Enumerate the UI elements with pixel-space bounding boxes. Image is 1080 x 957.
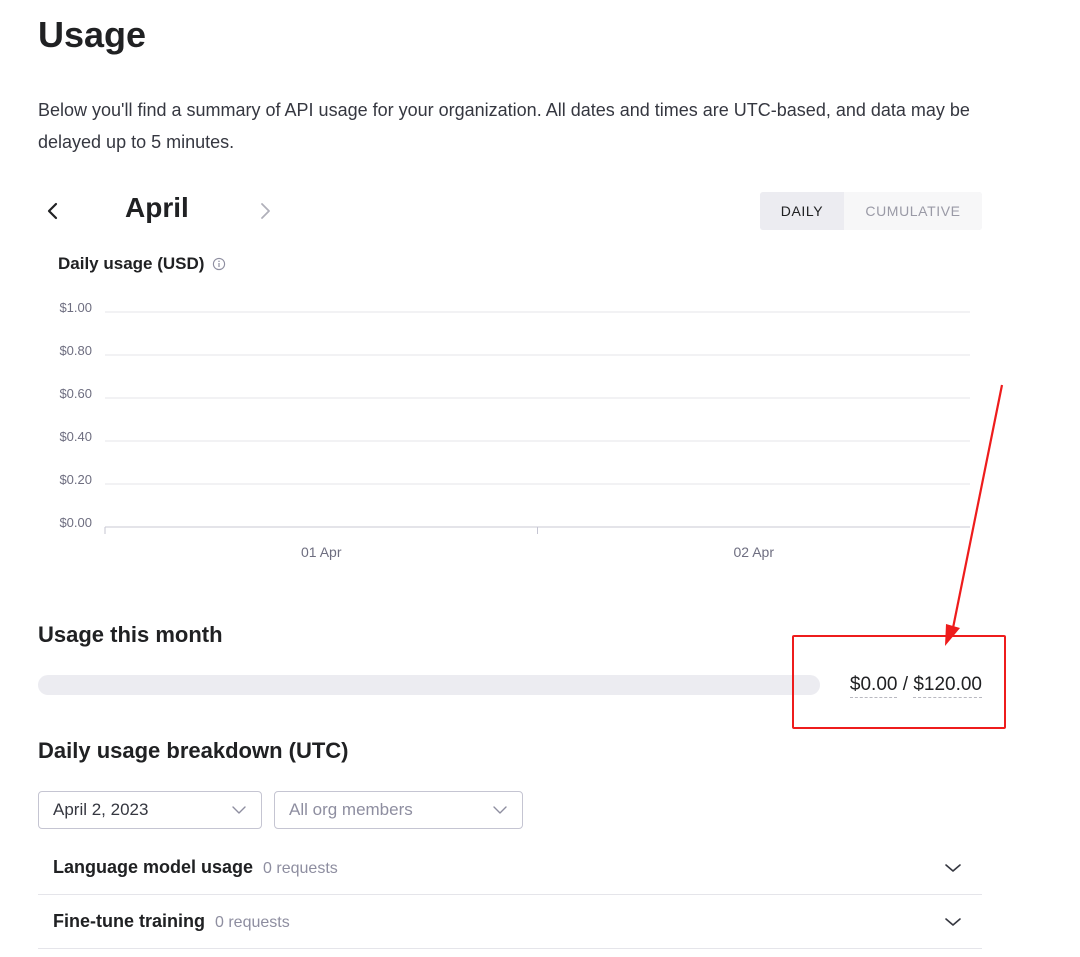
page-title: Usage bbox=[38, 14, 147, 55]
chevron-right-icon bbox=[261, 203, 270, 219]
chevron-left-icon bbox=[47, 202, 58, 220]
current-month-label: April bbox=[125, 192, 189, 223]
daily-usage-chart: $0.00 $0.20 $0.40 $0.60 $0.80 $1.00 01 Apr 02 A… bbox=[59, 300, 970, 560]
y-tick-label: $0.20 bbox=[59, 472, 92, 487]
y-tick-label: $0.60 bbox=[59, 386, 92, 401]
breakdown-title: Daily usage breakdown (UTC) bbox=[38, 738, 349, 763]
y-tick-label: $0.40 bbox=[59, 429, 92, 444]
view-toggle: DAILY CUMULATIVE bbox=[760, 192, 982, 230]
y-tick-label: $0.00 bbox=[59, 515, 92, 530]
date-select[interactable]: April 2, 2023 bbox=[38, 791, 262, 829]
member-select[interactable]: All org members bbox=[274, 791, 523, 829]
chevron-down-icon[interactable] bbox=[944, 863, 982, 873]
info-icon[interactable] bbox=[212, 257, 226, 271]
x-tick-label: 02 Apr bbox=[734, 544, 775, 560]
usage-this-month-title: Usage this month bbox=[38, 622, 223, 647]
page-description: Below you'll find a summary of API usage… bbox=[38, 100, 970, 152]
previous-month-button[interactable] bbox=[38, 196, 68, 226]
accordion-title: Language model usage bbox=[53, 857, 254, 877]
next-month-button[interactable] bbox=[250, 196, 280, 226]
daily-toggle-button[interactable]: DAILY bbox=[760, 192, 844, 230]
y-tick-label: $0.80 bbox=[59, 343, 92, 358]
chevron-down-icon bbox=[493, 806, 507, 814]
date-select-value: April 2, 2023 bbox=[53, 800, 149, 819]
y-tick-label: $1.00 bbox=[59, 300, 92, 315]
member-select-value: All org members bbox=[289, 800, 413, 819]
cumulative-toggle-button[interactable]: CUMULATIVE bbox=[844, 192, 982, 230]
annotation-highlight-box bbox=[792, 635, 1006, 729]
request-count: 0 requests bbox=[215, 914, 290, 931]
language-model-usage-row[interactable]: Language model usage 0 requests bbox=[38, 841, 982, 895]
request-count: 0 requests bbox=[263, 860, 338, 877]
chevron-down-icon bbox=[232, 806, 246, 814]
chart-title: Daily usage (USD) bbox=[58, 254, 205, 273]
usage-progress-bar bbox=[38, 675, 820, 695]
fine-tune-training-row[interactable]: Fine-tune training 0 requests bbox=[38, 895, 982, 949]
chart-heading: Daily usage (USD) bbox=[58, 254, 226, 274]
accordion-title: Fine-tune training bbox=[53, 911, 205, 931]
chevron-down-icon[interactable] bbox=[944, 917, 982, 927]
x-tick-label: 01 Apr bbox=[301, 544, 342, 560]
